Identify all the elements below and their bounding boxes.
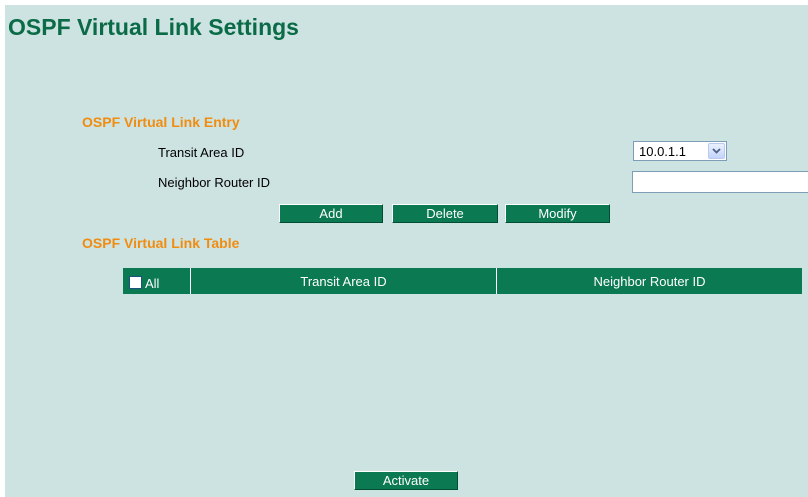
chevron-down-icon[interactable] xyxy=(708,143,725,159)
select-all-checkbox[interactable] xyxy=(129,275,142,289)
transit-area-label: Transit Area ID xyxy=(158,145,245,160)
virtual-link-table-header: All Transit Area ID Neighbor Router ID xyxy=(123,268,802,294)
neighbor-router-label: Neighbor Router ID xyxy=(158,175,270,190)
column-header-neighbor-router-id: Neighbor Router ID xyxy=(593,273,706,289)
transit-area-selected-value: 10.0.1.1 xyxy=(639,143,686,159)
transit-area-select[interactable]: 10.0.1.1 xyxy=(633,141,727,161)
modify-button[interactable]: Modify xyxy=(505,204,610,223)
column-header-transit-area-id: Transit Area ID xyxy=(191,268,497,294)
table-section-title: OSPF Virtual Link Table xyxy=(82,235,240,251)
page-title: OSPF Virtual Link Settings xyxy=(8,14,299,40)
entry-section-title: OSPF Virtual Link Entry xyxy=(82,114,240,130)
neighbor-router-input[interactable] xyxy=(632,171,808,193)
page-background xyxy=(5,5,808,497)
select-all-header[interactable]: All xyxy=(123,268,191,294)
add-button[interactable]: Add xyxy=(279,204,383,223)
activate-button[interactable]: Activate xyxy=(354,471,458,490)
delete-button[interactable]: Delete xyxy=(392,204,498,223)
select-all-label: All xyxy=(145,275,160,291)
